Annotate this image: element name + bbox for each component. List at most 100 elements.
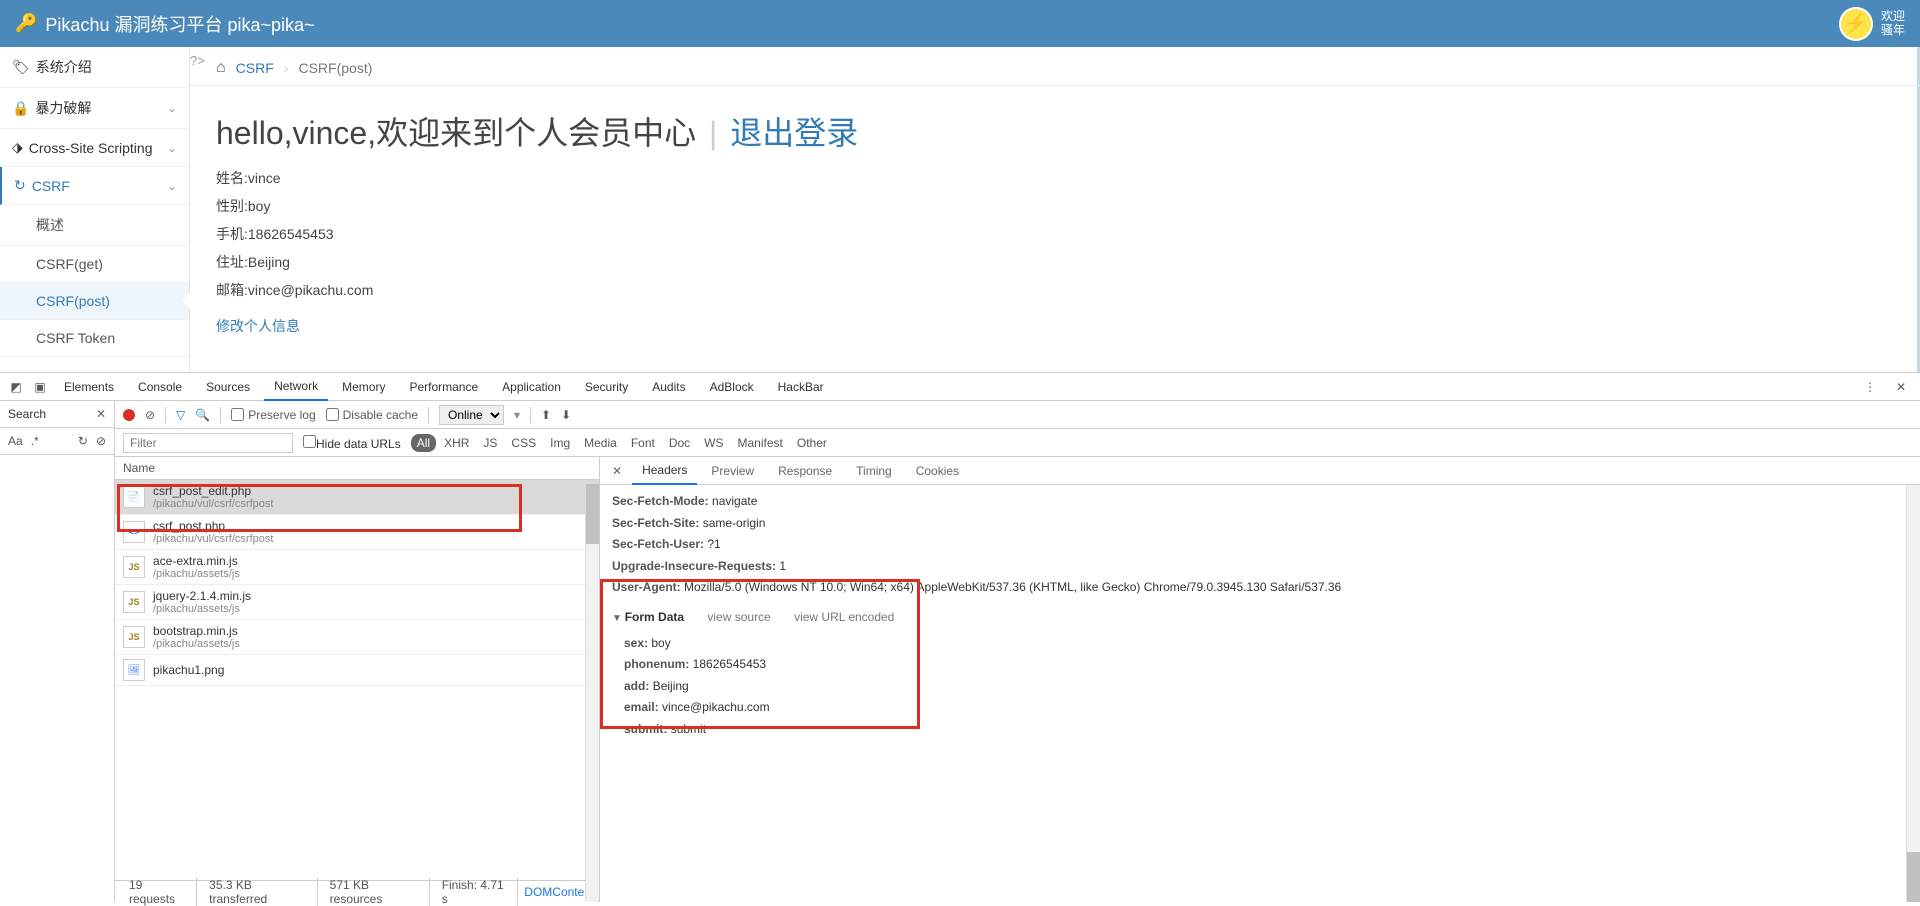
- home-icon[interactable]: ⌂: [216, 59, 226, 77]
- sidebar-sub-csrf-post[interactable]: CSRF(post): [0, 283, 189, 320]
- dtab-headers[interactable]: Headers: [632, 457, 697, 485]
- search-close-icon[interactable]: ✕: [96, 407, 106, 421]
- request-path: /pikachu/assets/js: [153, 638, 240, 650]
- avatar[interactable]: ⚡: [1839, 7, 1873, 41]
- chip-other[interactable]: Other: [791, 434, 833, 452]
- xss-icon: ⬗: [12, 139, 23, 156]
- sidebar-sub-overview[interactable]: 概述: [0, 205, 189, 246]
- search-icon[interactable]: 🔍: [195, 408, 210, 422]
- search-refresh-icon[interactable]: ↻: [78, 434, 88, 448]
- tab-security[interactable]: Security: [575, 374, 638, 400]
- chip-font[interactable]: Font: [625, 434, 661, 452]
- chip-js[interactable]: JS: [477, 434, 503, 452]
- sidebar-item-label: CSRF: [32, 178, 70, 194]
- sidebar-item-label: 系统介绍: [36, 57, 92, 77]
- edit-profile-link[interactable]: 修改个人信息: [216, 316, 300, 336]
- request-row[interactable]: <> csrf_post.php/pikachu/vul/csrf/csrfpo…: [115, 515, 599, 550]
- dtab-preview[interactable]: Preview: [701, 458, 764, 484]
- view-url-encoded-link[interactable]: view URL encoded: [794, 610, 894, 624]
- tab-memory[interactable]: Memory: [332, 374, 395, 400]
- throttling-select[interactable]: Online: [439, 405, 504, 425]
- status-bar: 19 requests 35.3 KB transferred 571 KB r…: [115, 880, 599, 902]
- breadcrumb-sep: ›: [284, 60, 289, 76]
- chevron-down-icon: ⌄: [167, 101, 177, 115]
- tab-audits[interactable]: Audits: [642, 374, 695, 400]
- chip-media[interactable]: Media: [578, 434, 623, 452]
- breadcrumb: ⌂ CSRF › CSRF(post): [190, 47, 1920, 86]
- request-path: /pikachu/assets/js: [153, 603, 251, 615]
- chip-ws[interactable]: WS: [698, 434, 729, 452]
- download-icon[interactable]: ⬇: [561, 408, 571, 422]
- status-dom: DOMConten: [524, 885, 591, 899]
- page-title: hello,vince,欢迎来到个人会员中心 | 退出登录: [216, 108, 1894, 154]
- sidebar-sub-csrf-get[interactable]: CSRF(get): [0, 246, 189, 283]
- sidebar-item-xss[interactable]: ⬗ Cross-Site Scripting ⌄: [0, 129, 189, 167]
- tab-network[interactable]: Network: [264, 373, 328, 401]
- chip-doc[interactable]: Doc: [663, 434, 696, 452]
- search-label: Search: [8, 407, 46, 421]
- dtab-timing[interactable]: Timing: [846, 458, 902, 484]
- status-resources: 571 KB resources: [324, 878, 430, 906]
- column-name[interactable]: Name: [115, 457, 599, 480]
- request-list: Name 📄 csrf_post_edit.php/pikachu/vul/cs…: [115, 457, 600, 902]
- search-clear-icon[interactable]: ⊘: [96, 434, 106, 448]
- form-line: email: vince@pikachu.com: [624, 697, 1908, 719]
- request-scrollbar[interactable]: [585, 484, 599, 902]
- csrf-icon: ↻: [14, 177, 26, 194]
- chip-all[interactable]: All: [411, 434, 436, 452]
- device-icon[interactable]: ▣: [30, 380, 50, 394]
- view-source-link[interactable]: view source: [707, 610, 770, 624]
- js-icon: JS: [123, 556, 145, 578]
- tab-elements[interactable]: Elements: [54, 374, 124, 400]
- brand: 🔑 Pikachu 漏洞练习平台 pika~pika~: [15, 11, 315, 37]
- tab-performance[interactable]: Performance: [399, 374, 488, 400]
- sidebar-item-csrf[interactable]: ↻ CSRF ⌄: [0, 167, 189, 205]
- disable-cache-checkbox[interactable]: Disable cache: [326, 408, 418, 422]
- dtab-response[interactable]: Response: [768, 458, 842, 484]
- tab-console[interactable]: Console: [128, 374, 192, 400]
- form-data-section[interactable]: Form Data view source view URL encoded: [612, 607, 1908, 629]
- hide-data-urls-checkbox[interactable]: Hide data URLs: [303, 435, 401, 451]
- request-row[interactable]: JS jquery-2.1.4.min.js/pikachu/assets/js: [115, 585, 599, 620]
- filter-input[interactable]: [123, 433, 293, 453]
- tab-application[interactable]: Application: [492, 374, 571, 400]
- tab-hackbar[interactable]: HackBar: [768, 374, 834, 400]
- clear-icon[interactable]: ⊘: [145, 408, 155, 422]
- scrollbar-thumb[interactable]: [586, 484, 599, 544]
- devtools-menu-icon[interactable]: ⋮: [1856, 380, 1884, 394]
- inspect-icon[interactable]: ◩: [6, 380, 26, 394]
- user-block[interactable]: ⚡ 欢迎 骚年: [1839, 7, 1905, 41]
- sidebar-sub-csrf-token[interactable]: CSRF Token: [0, 320, 189, 357]
- preserve-log-checkbox[interactable]: Preserve log: [231, 408, 315, 422]
- devtools: ◩ ▣ Elements Console Sources Network Mem…: [0, 372, 1920, 902]
- request-name: bootstrap.min.js: [153, 624, 240, 638]
- status-finish: Finish: 4.71 s: [436, 878, 519, 906]
- filter-icon[interactable]: ▽: [176, 408, 185, 422]
- chip-css[interactable]: CSS: [505, 434, 542, 452]
- record-button[interactable]: [123, 409, 135, 421]
- search-case-toggle[interactable]: Aa: [8, 434, 23, 448]
- chip-img[interactable]: Img: [544, 434, 576, 452]
- type-filters: All XHR JS CSS Img Media Font Doc WS Man…: [411, 434, 833, 452]
- dtab-cookies[interactable]: Cookies: [906, 458, 969, 484]
- devtools-close-icon[interactable]: ✕: [1888, 380, 1914, 394]
- tab-adblock[interactable]: AdBlock: [700, 374, 764, 400]
- request-row[interactable]: JS bootstrap.min.js/pikachu/assets/js: [115, 620, 599, 655]
- search-regex-toggle[interactable]: .*: [31, 434, 39, 448]
- form-data-block: sex: boy phonenum: 18626545453 add: Beij…: [612, 633, 1908, 741]
- chip-xhr[interactable]: XHR: [438, 434, 475, 452]
- detail-close-icon[interactable]: ✕: [606, 464, 628, 478]
- logout-link[interactable]: 退出登录: [730, 115, 858, 151]
- request-row[interactable]: 📄 csrf_post_edit.php/pikachu/vul/csrf/cs…: [115, 480, 599, 515]
- breadcrumb-parent[interactable]: CSRF: [236, 60, 274, 76]
- form-data-title: Form Data: [625, 610, 684, 624]
- code-icon: <>: [123, 521, 145, 543]
- sidebar-item-intro[interactable]: 🏷 系统介绍: [0, 47, 189, 88]
- request-row[interactable]: JS ace-extra.min.js/pikachu/assets/js: [115, 550, 599, 585]
- tab-sources[interactable]: Sources: [196, 374, 260, 400]
- upload-icon[interactable]: ⬆: [541, 408, 551, 422]
- sidebar-item-bruteforce[interactable]: 🔒 暴力破解 ⌄: [0, 88, 189, 129]
- detail-scrollbar[interactable]: [1906, 485, 1920, 902]
- scrollbar-thumb[interactable]: [1907, 852, 1920, 902]
- request-row[interactable]: 🖼 pikachu1.png: [115, 655, 599, 686]
